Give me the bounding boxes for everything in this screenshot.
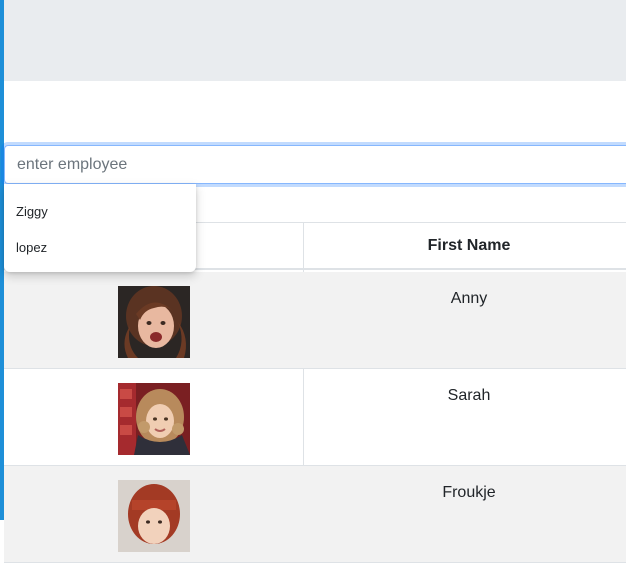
employee-search-input[interactable] [5, 146, 626, 183]
first-name-cell: Froukje [442, 484, 496, 501]
table-row[interactable]: Froukje [4, 466, 626, 563]
first-name-cell: Anny [450, 290, 488, 307]
table-row[interactable]: Sarah [4, 369, 626, 466]
employee-photo [118, 286, 190, 358]
autocomplete-option[interactable]: Ziggy [16, 204, 48, 219]
employee-photo [118, 383, 190, 455]
employee-photo [118, 480, 190, 552]
autocomplete-dropdown: Ziggy lopez [4, 184, 196, 272]
autocomplete-option[interactable]: lopez [16, 240, 47, 255]
column-header-first-name[interactable]: First Name [304, 223, 626, 268]
employee-search-field[interactable] [4, 145, 626, 184]
first-name-cell: Sarah [447, 387, 491, 404]
header-banner [4, 0, 626, 81]
table-row[interactable]: Anny [4, 272, 626, 369]
